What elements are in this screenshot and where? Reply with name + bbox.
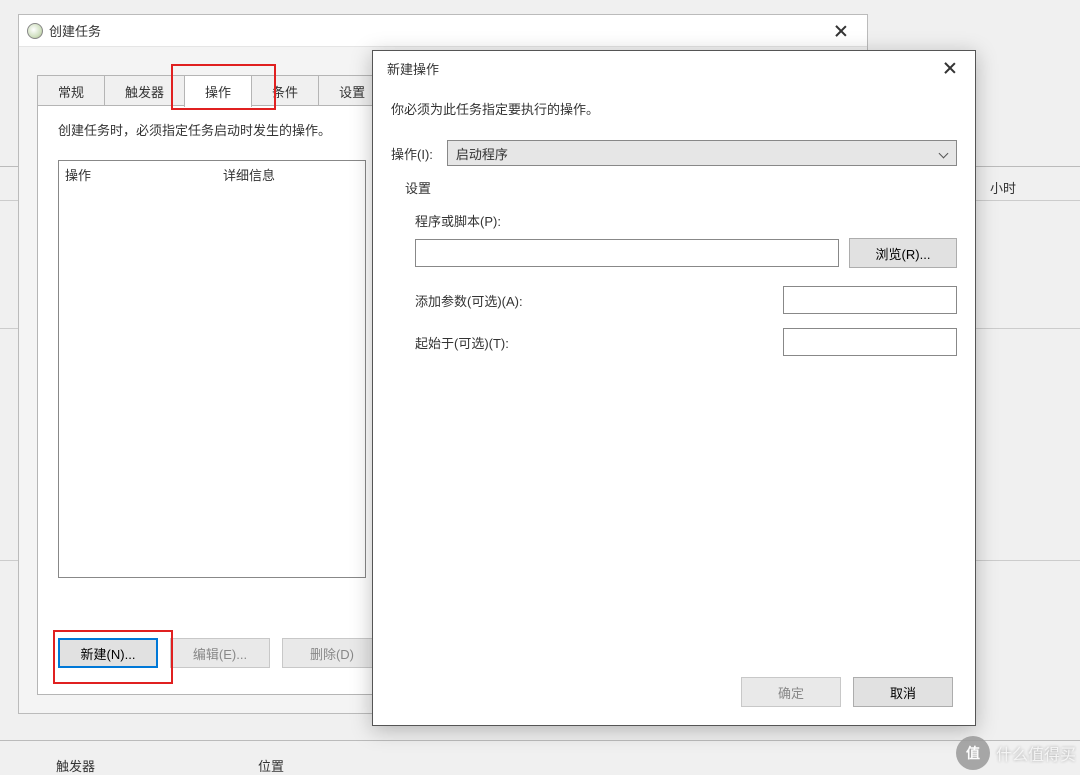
actions-col-action[interactable]: 操作 — [59, 165, 219, 184]
new-action-button[interactable]: 新建(N)... — [58, 638, 158, 668]
bg-location-label: 位置 — [258, 756, 284, 775]
browse-button[interactable]: 浏览(R)... — [849, 238, 957, 268]
bg-hour-label: 小时 — [990, 178, 1016, 197]
new-action-footer: 确定 取消 — [741, 677, 953, 707]
edit-action-button: 编辑(E)... — [170, 638, 270, 668]
actions-col-detail[interactable]: 详细信息 — [219, 165, 365, 184]
add-arguments-input[interactable] — [783, 286, 957, 314]
add-arguments-label: 添加参数(可选)(A): — [415, 291, 523, 310]
delete-action-button: 删除(D) — [282, 638, 382, 668]
action-type-label: 操作(I): — [391, 144, 433, 163]
close-icon — [944, 62, 956, 74]
action-type-value: 启动程序 — [456, 144, 508, 163]
new-action-dialog: 新建操作 你必须为此任务指定要执行的操作。 操作(I): 启动程序 设置 程序或… — [372, 50, 976, 726]
watermark-text: 什么值得买 — [996, 741, 1076, 765]
settings-group-label: 设置 — [405, 178, 957, 197]
create-task-close-button[interactable] — [819, 17, 863, 45]
ok-button: 确定 — [741, 677, 841, 707]
actions-listview[interactable]: 操作 详细信息 — [58, 160, 366, 578]
create-task-tabs: 常规 触发器 操作 条件 设置 — [37, 75, 385, 107]
start-in-label: 起始于(可选)(T): — [415, 333, 509, 352]
actions-list-header: 操作 详细信息 — [59, 161, 365, 188]
tab-conditions[interactable]: 条件 — [251, 75, 319, 107]
actions-buttons-row: 新建(N)... 编辑(E)... 删除(D) — [58, 638, 382, 668]
program-script-input[interactable] — [415, 239, 839, 267]
watermark-badge-icon: 值 — [956, 736, 990, 770]
close-icon — [835, 25, 847, 37]
program-script-label: 程序或脚本(P): — [415, 211, 957, 230]
tab-triggers[interactable]: 触发器 — [104, 75, 185, 107]
new-action-title: 新建操作 — [387, 59, 439, 78]
new-action-titlebar[interactable]: 新建操作 — [373, 51, 975, 85]
chevron-down-icon — [938, 148, 948, 158]
start-in-input[interactable] — [783, 328, 957, 356]
bg-trigger-label: 触发器 — [56, 756, 95, 775]
tab-actions[interactable]: 操作 — [184, 75, 252, 107]
watermark: 值 什么值得买 — [956, 736, 1076, 770]
action-type-select[interactable]: 启动程序 — [447, 140, 957, 166]
create-task-titlebar[interactable]: 创建任务 — [19, 15, 867, 47]
create-task-title: 创建任务 — [49, 21, 101, 40]
new-action-description: 你必须为此任务指定要执行的操作。 — [391, 99, 957, 118]
tab-general[interactable]: 常规 — [37, 75, 105, 107]
clock-icon — [27, 23, 43, 39]
cancel-button[interactable]: 取消 — [853, 677, 953, 707]
new-action-close-button[interactable] — [927, 53, 973, 83]
